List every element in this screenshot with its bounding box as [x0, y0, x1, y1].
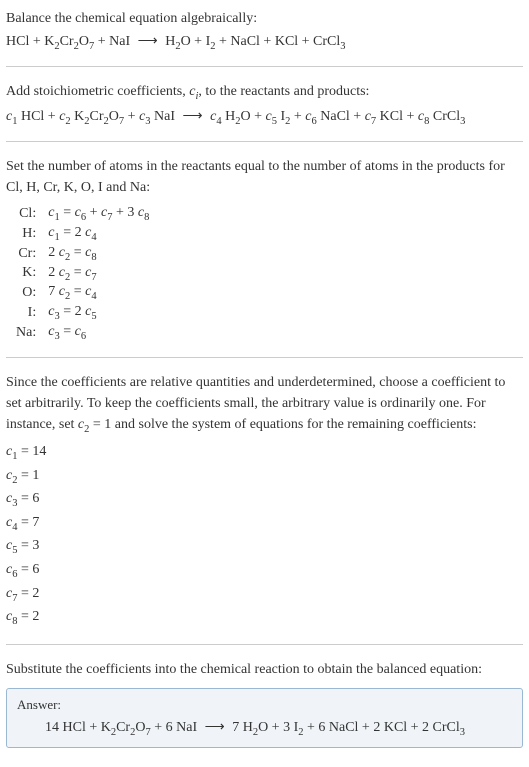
- element-label: Cr:: [10, 244, 42, 264]
- element-label: Cl:: [10, 204, 42, 224]
- stoich-text-b: , to the reactants and products:: [198, 84, 369, 99]
- substitute-text: Substitute the coefficients into the che…: [6, 659, 523, 680]
- coeff-line: c2 = 1: [6, 465, 523, 489]
- coeff-line: c6 = 6: [6, 559, 523, 583]
- stoich-section: Add stoichiometric coefficients, ci, to …: [6, 81, 523, 127]
- divider: [6, 141, 523, 142]
- table-row: H:c1 = 2 c4: [10, 224, 155, 244]
- element-equation: c1 = 2 c4: [42, 224, 155, 244]
- element-equation: c1 = c6 + c7 + 3 c8: [42, 204, 155, 224]
- coeff-line: c5 = 3: [6, 535, 523, 559]
- coeff-line: c1 = 14: [6, 441, 523, 465]
- divider: [6, 644, 523, 645]
- atoms-table: Cl:c1 = c6 + c7 + 3 c8 H:c1 = 2 c4 Cr:2 …: [10, 204, 155, 343]
- element-equation: c3 = 2 c5: [42, 303, 155, 323]
- answer-label: Answer:: [17, 697, 512, 713]
- divider: [6, 357, 523, 358]
- element-equation: 2 c2 = c7: [42, 264, 155, 284]
- stoich-equation: c1 HCl + c2 K2Cr2O7 + c3 NaI ⟶ c4 H2O + …: [6, 108, 523, 127]
- table-row: Cr:2 c2 = c8: [10, 244, 155, 264]
- atoms-intro-text: Set the number of atoms in the reactants…: [6, 156, 523, 198]
- coeff-line: c4 = 7: [6, 512, 523, 536]
- solve-intro-text: Since the coefficients are relative quan…: [6, 372, 523, 438]
- element-label: O:: [10, 283, 42, 303]
- substitute-section: Substitute the coefficients into the che…: [6, 659, 523, 749]
- coeff-line: c7 = 2: [6, 583, 523, 607]
- element-label: Na:: [10, 323, 42, 343]
- element-equation: 2 c2 = c8: [42, 244, 155, 264]
- coeff-line: c3 = 6: [6, 488, 523, 512]
- stoich-text-a: Add stoichiometric coefficients,: [6, 84, 189, 99]
- table-row: I:c3 = 2 c5: [10, 303, 155, 323]
- element-equation: 7 c2 = c4: [42, 283, 155, 303]
- table-row: Cl:c1 = c6 + c7 + 3 c8: [10, 204, 155, 224]
- stoich-text: Add stoichiometric coefficients, ci, to …: [6, 81, 523, 105]
- solve-section: Since the coefficients are relative quan…: [6, 372, 523, 630]
- element-label: H:: [10, 224, 42, 244]
- atoms-section: Set the number of atoms in the reactants…: [6, 156, 523, 343]
- answer-box: Answer: 14 HCl + K2Cr2O7 + 6 NaI ⟶ 7 H2O…: [6, 688, 523, 749]
- element-label: I:: [10, 303, 42, 323]
- coeff-line: c8 = 2: [6, 606, 523, 630]
- table-row: K:2 c2 = c7: [10, 264, 155, 284]
- divider: [6, 66, 523, 67]
- intro-text: Balance the chemical equation algebraica…: [6, 8, 523, 29]
- coefficients-list: c1 = 14 c2 = 1 c3 = 6 c4 = 7 c5 = 3 c6 =…: [6, 441, 523, 629]
- table-row: O:7 c2 = c4: [10, 283, 155, 303]
- unbalanced-equation: HCl + K2Cr2O7 + NaI ⟶ H2O + I2 + NaCl + …: [6, 33, 523, 52]
- intro-section: Balance the chemical equation algebraica…: [6, 8, 523, 52]
- table-row: Na:c3 = c6: [10, 323, 155, 343]
- element-equation: c3 = c6: [42, 323, 155, 343]
- element-label: K:: [10, 264, 42, 284]
- balanced-equation: 14 HCl + K2Cr2O7 + 6 NaI ⟶ 7 H2O + 3 I2 …: [17, 719, 512, 738]
